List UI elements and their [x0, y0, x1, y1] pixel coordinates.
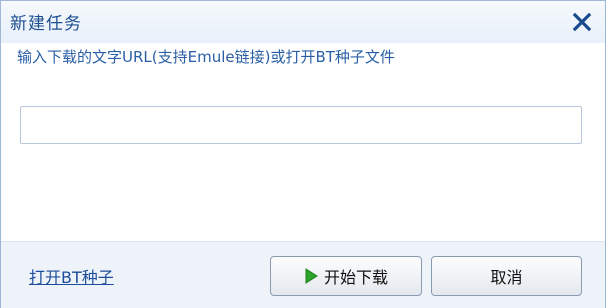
- title-bar[interactable]: 新建任务: [1, 1, 605, 43]
- cancel-label: 取消: [490, 268, 523, 287]
- cancel-button[interactable]: 取消: [431, 256, 582, 296]
- close-button[interactable]: [567, 7, 597, 37]
- new-task-dialog: 新建任务 输入下载的文字URL(支持Emule链接)或打开BT种子文件 打开BT…: [0, 0, 606, 308]
- dialog-title: 新建任务: [10, 14, 82, 34]
- close-icon: [572, 12, 592, 32]
- start-download-button[interactable]: 开始下载: [270, 256, 422, 296]
- url-prompt-label: 输入下载的文字URL(支持Emule链接)或打开BT种子文件: [17, 48, 395, 66]
- dialog-footer: 打开BT种子 开始下载 取消: [1, 241, 605, 308]
- open-bt-torrent-link[interactable]: 打开BT种子: [29, 264, 114, 288]
- play-icon: [305, 268, 318, 284]
- start-download-label: 开始下载: [323, 268, 388, 287]
- url-input[interactable]: [20, 106, 582, 144]
